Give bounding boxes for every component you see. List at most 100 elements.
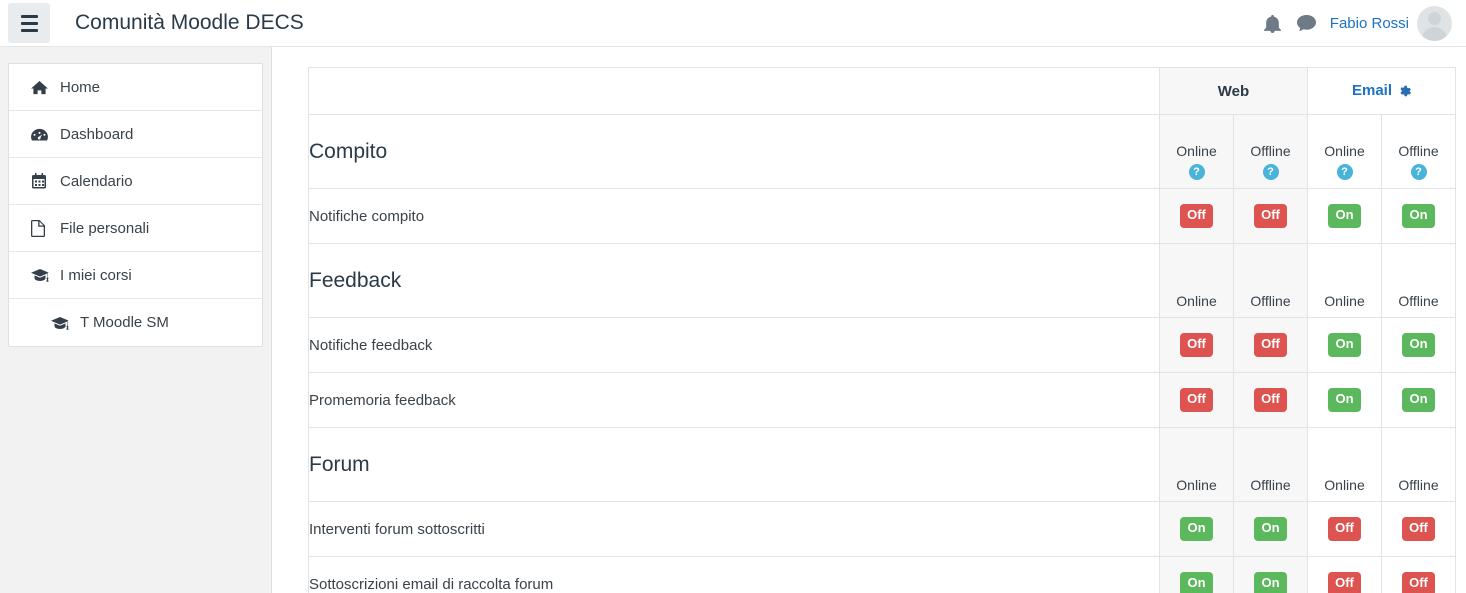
preference-row: Promemoria feedback Off Off On On [308,372,1456,428]
preference-row: Notifiche feedback Off Off On On [308,317,1456,373]
drawer-toggle-button[interactable] [8,3,50,43]
state-header-label: Offline [1398,142,1439,159]
user-name-link[interactable]: Fabio Rossi [1330,15,1409,32]
toggle-email-offline[interactable]: On [1402,333,1435,357]
toggle-email-online[interactable]: Off [1328,517,1361,541]
toggle-web-online[interactable]: Off [1180,388,1213,412]
state-header-label: Online [1324,292,1365,309]
state-header-email-offline: Offline [1381,427,1456,502]
toggle-cell-web-offline: On [1233,501,1308,557]
toggle-web-online[interactable]: Off [1180,333,1213,357]
sidebar-item-label: File personali [60,219,150,237]
toggle-cell-web-online: On [1159,556,1234,593]
toggle-email-online[interactable]: On [1328,388,1361,412]
toggle-cell-email-offline: On [1381,317,1456,373]
hamburger-bar [20,14,38,18]
top-navbar: Comunità Moodle DECS Fabio Rossi [0,0,1466,47]
toggle-cell-web-offline: Off [1233,372,1308,428]
toggle-cell-email-online: On [1307,188,1382,244]
preference-row: Interventi forum sottoscritti On On Off Off [308,501,1456,557]
toggle-email-online[interactable]: On [1328,333,1361,357]
sidebar-item-dashboard[interactable]: Dashboard [9,111,262,158]
state-header-web-online: Online? [1159,114,1234,189]
main-content: Web Email Compito Online? Offline? Online? O… [289,47,1466,593]
toggle-cell-email-online: On [1307,317,1382,373]
state-header-label: Online [1324,476,1365,493]
state-header-label: Offline [1250,142,1291,159]
toggle-cell-email-online: Off [1307,556,1382,593]
help-icon[interactable]: ? [1262,164,1279,180]
avatar[interactable] [1417,5,1452,41]
message-bubble-icon[interactable] [1290,6,1324,40]
site-brand-title[interactable]: Comunità Moodle DECS [75,11,304,35]
navbar-right-group: Fabio Rossi [1256,5,1452,41]
toggle-cell-email-offline: On [1381,188,1456,244]
toggle-web-online[interactable]: On [1180,572,1213,593]
preference-row: Sottoscrizioni email di raccolta forum On… [308,556,1456,593]
sidebar-nav-list: Home Dashboard Calendario File personali I m… [8,63,263,347]
toggle-email-online[interactable]: On [1328,204,1361,228]
preference-label: Notifiche feedback [308,317,1160,373]
section-header-row: Feedback Online Offline Online Offline [308,243,1456,318]
toggle-email-offline[interactable]: On [1402,388,1435,412]
sidebar-item-label: I miei corsi [60,266,132,284]
sidebar-item-label: Calendario [60,172,133,190]
help-icon-wrap: ? [1308,162,1381,180]
sidebar-item-i-miei-corsi[interactable]: I miei corsi [9,252,262,299]
toggle-web-offline[interactable]: Off [1254,388,1287,412]
state-header-web-offline: Offline [1233,427,1308,502]
toggle-cell-email-offline: Off [1381,556,1456,593]
avatar-body [1422,26,1447,41]
toggle-cell-web-online: Off [1159,372,1234,428]
bell-icon[interactable] [1256,6,1290,40]
toggle-web-online[interactable]: On [1180,517,1213,541]
graduation-cap-icon [31,268,51,282]
sidebar-item-file-personali[interactable]: File personali [9,205,262,252]
toggle-web-offline[interactable]: On [1254,517,1287,541]
toggle-web-offline[interactable]: On [1254,572,1287,593]
state-header-email-offline: Offline [1381,243,1456,318]
sidebar-item-t-moodle-sm[interactable]: T Moodle SM [9,299,262,346]
toggle-email-online[interactable]: Off [1328,572,1361,593]
preference-row: Notifiche compito Off Off On On [308,188,1456,244]
sidebar-item-home[interactable]: Home [9,64,262,111]
section-header-row: Forum Online Offline Online Offline [308,427,1456,502]
dashboard-icon [31,127,51,142]
hamburger-bar [20,21,38,25]
toggle-cell-web-offline: On [1233,556,1308,593]
sidebar-item-calendario[interactable]: Calendario [9,158,262,205]
toggle-email-offline[interactable]: Off [1402,517,1435,541]
preference-label: Notifiche compito [308,188,1160,244]
state-header-label: Offline [1398,476,1439,493]
section-title: Compito [308,114,1160,189]
state-header-web-online: Online [1159,427,1234,502]
gear-icon[interactable] [1397,83,1412,101]
help-icon[interactable]: ? [1410,164,1427,180]
table-body: Compito Online? Offline? Online? Offline? Not… [308,114,1456,593]
state-header-label: Offline [1250,292,1291,309]
state-header-email-offline: Offline? [1381,114,1456,189]
preference-label: Interventi forum sottoscritti [308,501,1160,557]
provider-email-label[interactable]: Email [1352,82,1392,99]
help-icon-wrap: ? [1160,162,1233,180]
toggle-cell-web-offline: Off [1233,188,1308,244]
toggle-email-offline[interactable]: Off [1402,572,1435,593]
toggle-web-offline[interactable]: Off [1254,204,1287,228]
provider-web-label: Web [1217,82,1250,100]
state-header-label: Offline [1250,476,1291,493]
sidebar-item-label: Home [60,78,101,96]
help-icon-wrap: ? [1382,162,1455,180]
help-icon[interactable]: ? [1336,164,1353,180]
state-header-email-online: Online [1307,427,1382,502]
toggle-web-online[interactable]: Off [1180,204,1213,228]
graduation-cap-icon [51,316,71,330]
state-header-label: Online [1176,292,1217,309]
section-header-row: Compito Online? Offline? Online? Offline? [308,114,1456,189]
toggle-email-offline[interactable]: On [1402,204,1435,228]
toggle-web-offline[interactable]: Off [1254,333,1287,357]
section-title: Forum [308,427,1160,502]
preference-label: Sottoscrizioni email di raccolta forum [308,556,1160,593]
help-icon-wrap: ? [1234,162,1307,180]
toggle-cell-web-online: Off [1159,188,1234,244]
help-icon[interactable]: ? [1188,164,1205,180]
